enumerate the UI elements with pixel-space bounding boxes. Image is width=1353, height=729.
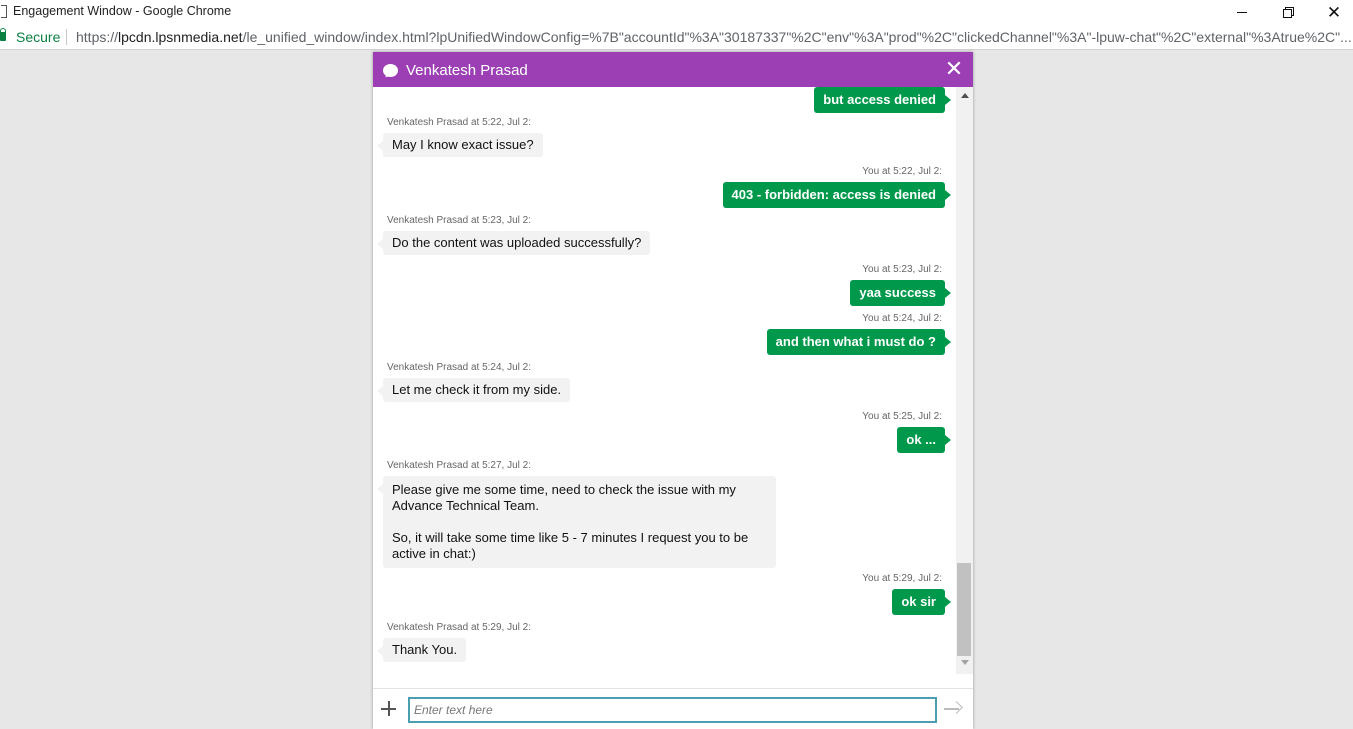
chat-window: Venkatesh Prasad ✕ but access denied Ven… <box>373 52 973 729</box>
scroll-thumb[interactable] <box>957 563 971 656</box>
message-line: active in chat:) <box>392 546 476 561</box>
message-list: but access denied Venkatesh Prasad at 5:… <box>373 87 973 688</box>
message-meta-agent: Venkatesh Prasad at 5:27, Jul 2: <box>387 460 531 471</box>
url-host: lpcdn.lpsnmedia.net <box>118 29 243 45</box>
message-bubble-you: but access denied <box>814 87 951 113</box>
message-line: So, it will take some time like 5 - 7 mi… <box>392 530 749 545</box>
message-meta-you: You at 5:22, Jul 2: <box>862 166 942 177</box>
chat-bubble-icon <box>383 64 398 77</box>
chat-header: Venkatesh Prasad ✕ <box>373 52 973 87</box>
minimize-icon <box>1237 11 1247 13</box>
address-divider <box>66 29 67 45</box>
restore-icon <box>1282 6 1294 18</box>
message-bubble-agent: Do the content was uploaded successfully… <box>376 231 651 255</box>
add-attachment-plus-icon[interactable] <box>381 700 399 718</box>
message-meta-agent: Venkatesh Prasad at 5:23, Jul 2: <box>387 215 531 226</box>
close-icon: ✕ <box>1326 2 1342 22</box>
message-bubble-you: ok sir <box>892 589 951 615</box>
message-meta-you: You at 5:24, Jul 2: <box>862 313 942 324</box>
secure-label: Secure <box>16 29 61 45</box>
message-input[interactable] <box>408 697 937 723</box>
message-meta-you: You at 5:29, Jul 2: <box>862 573 942 584</box>
message-meta-you: You at 5:25, Jul 2: <box>862 411 942 422</box>
message-bubble-agent: May I know exact issue? <box>377 133 543 157</box>
close-chat-button[interactable]: ✕ <box>944 58 964 80</box>
lock-icon <box>0 28 6 41</box>
url-path: /le_unified_window/index.html?lpUnifiedW… <box>242 29 1351 45</box>
agent-name: Venkatesh Prasad <box>406 62 528 79</box>
message-line: Advance Technical Team. <box>392 498 539 513</box>
message-bubble-agent: Thank You. <box>376 638 467 662</box>
restore-button[interactable] <box>1265 0 1311 24</box>
composer <box>373 688 973 729</box>
message-meta-agent: Venkatesh Prasad at 5:29, Jul 2: <box>387 622 531 633</box>
message-bubble-you: ok ... <box>897 427 951 453</box>
minimize-button[interactable] <box>1219 0 1265 24</box>
url-scheme: https:// <box>76 29 119 45</box>
message-meta-agent: Venkatesh Prasad at 5:24, Jul 2: <box>387 362 531 373</box>
message-bubble-you: 403 - forbidden: access is denied <box>722 182 952 208</box>
address-bar[interactable]: Secure https://lpcdn.lpsnmedia.net/le_un… <box>0 24 1353 50</box>
window-title: Engagement Window - Google Chrome <box>13 4 232 18</box>
message-line: Please give me some time, need to check … <box>392 482 736 497</box>
message-meta-you: You at 5:23, Jul 2: <box>862 264 942 275</box>
message-bubble-you: and then what i must do ? <box>766 329 952 355</box>
message-bubble-agent: Please give me some time, need to check … <box>377 476 776 568</box>
message-meta-agent: Venkatesh Prasad at 5:22, Jul 2: <box>387 117 531 128</box>
page-icon <box>1 5 7 18</box>
message-bubble-you: yaa success <box>850 280 951 306</box>
scroll-down-arrow-icon[interactable] <box>961 660 969 665</box>
message-line-blank <box>392 514 767 530</box>
scroll-up-arrow-icon[interactable] <box>961 93 969 98</box>
close-window-button[interactable]: ✕ <box>1311 0 1353 24</box>
message-scrollbar[interactable] <box>956 87 973 674</box>
message-bubble-agent: Let me check it from my side. <box>376 378 571 402</box>
url-text[interactable]: https://lpcdn.lpsnmedia.net/le_unified_w… <box>76 29 1351 45</box>
send-arrow-icon[interactable] <box>943 700 963 718</box>
browser-title-bar: Engagement Window - Google Chrome ✕ <box>0 0 1353 24</box>
